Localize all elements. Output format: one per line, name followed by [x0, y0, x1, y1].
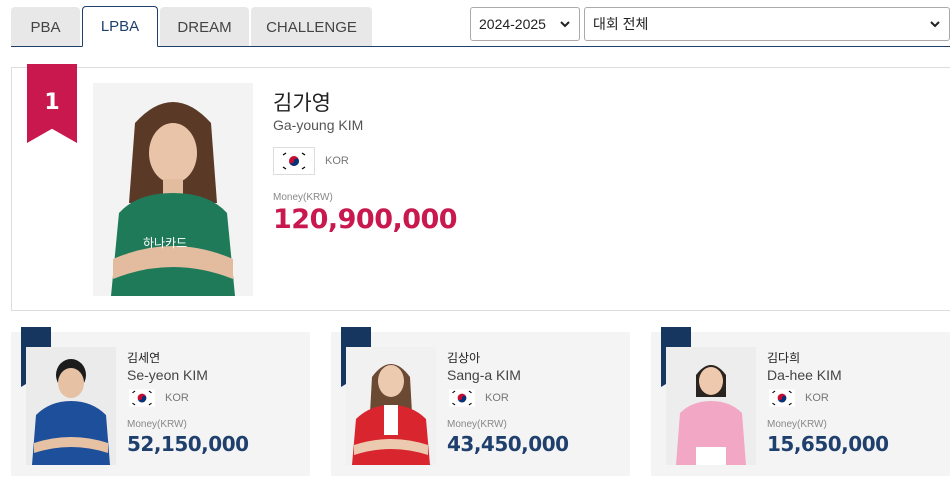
tour-tabs: PBA LPBA DREAM CHALLENGE [11, 6, 374, 47]
player-nation: KOR [165, 392, 189, 404]
korea-flag-icon [769, 388, 795, 407]
tab-challenge[interactable]: CHALLENGE [251, 7, 372, 47]
tab-lpba[interactable]: LPBA [82, 6, 158, 47]
player-portrait-icon [666, 347, 756, 465]
money-label: Money(KRW) [273, 192, 333, 203]
korea-flag-icon [279, 151, 309, 171]
svg-text:하나카드: 하나카드 [143, 236, 187, 250]
ranking-card-3[interactable]: 3 김상아 Sang-a KIM KOR Money(KRW) 43,450,0… [331, 327, 630, 476]
prize-money: 120,900,000 [273, 204, 458, 235]
event-select[interactable]: 대회 전체 [584, 7, 950, 41]
player-name-english: Se-yeon KIM [127, 367, 208, 383]
prize-money: 43,450,000 [447, 432, 569, 456]
player-name-korean: 김다희 [767, 351, 801, 365]
player-photo [26, 347, 116, 465]
player-photo [346, 347, 436, 465]
player-photo [666, 347, 756, 465]
chevron-down-icon [930, 21, 940, 28]
ranking-card-4[interactable]: 4 김다희 Da-hee KIM KOR Money(KRW) 15,650,0… [651, 327, 950, 476]
season-select[interactable]: 2024-2025 [470, 7, 580, 41]
player-name-english: Ga-young KIM [273, 117, 364, 133]
tab-pba[interactable]: PBA [11, 7, 80, 47]
player-shirt [32, 401, 110, 465]
flag-box [447, 387, 477, 408]
season-select-value: 2024-2025 [479, 16, 546, 32]
rank-badge: 1 [27, 64, 77, 143]
prize-money: 52,150,000 [127, 432, 249, 456]
player-name-korean: 김가영 [273, 92, 331, 115]
money-label: Money(KRW) [127, 419, 187, 430]
flag-box [127, 387, 157, 408]
player-nation: KOR [325, 155, 349, 167]
tab-dream[interactable]: DREAM [160, 7, 249, 47]
player-name-korean: 김세연 [127, 351, 161, 365]
player-portrait-icon: 하나카드 [93, 83, 253, 296]
money-label: Money(KRW) [447, 419, 507, 430]
prize-money: 15,650,000 [767, 432, 889, 456]
player-nation: KOR [805, 392, 829, 404]
ranking-card-first[interactable]: 1 하나카드 김가영 Ga-young KIM KOR Money(KRW) 1… [11, 64, 950, 311]
flag-box [273, 147, 315, 175]
chevron-down-icon [560, 21, 570, 28]
player-portrait-icon [346, 347, 436, 465]
money-label: Money(KRW) [767, 419, 827, 430]
ranking-card-2[interactable]: 2 김세연 Se-yeon KIM KOR Money(KRW) 52,150,… [11, 327, 310, 476]
player-name-english: Sang-a KIM [447, 367, 521, 383]
flag-box [767, 387, 797, 408]
player-portrait-icon [26, 347, 116, 465]
player-name-korean: 김상아 [447, 351, 481, 365]
player-nation: KOR [485, 392, 509, 404]
korea-flag-icon [449, 388, 475, 407]
player-name-english: Da-hee KIM [767, 367, 842, 383]
rank-number: 1 [44, 90, 60, 115]
player-photo: 하나카드 [93, 83, 253, 296]
korea-flag-icon [129, 388, 155, 407]
event-select-value: 대회 전체 [593, 16, 649, 32]
